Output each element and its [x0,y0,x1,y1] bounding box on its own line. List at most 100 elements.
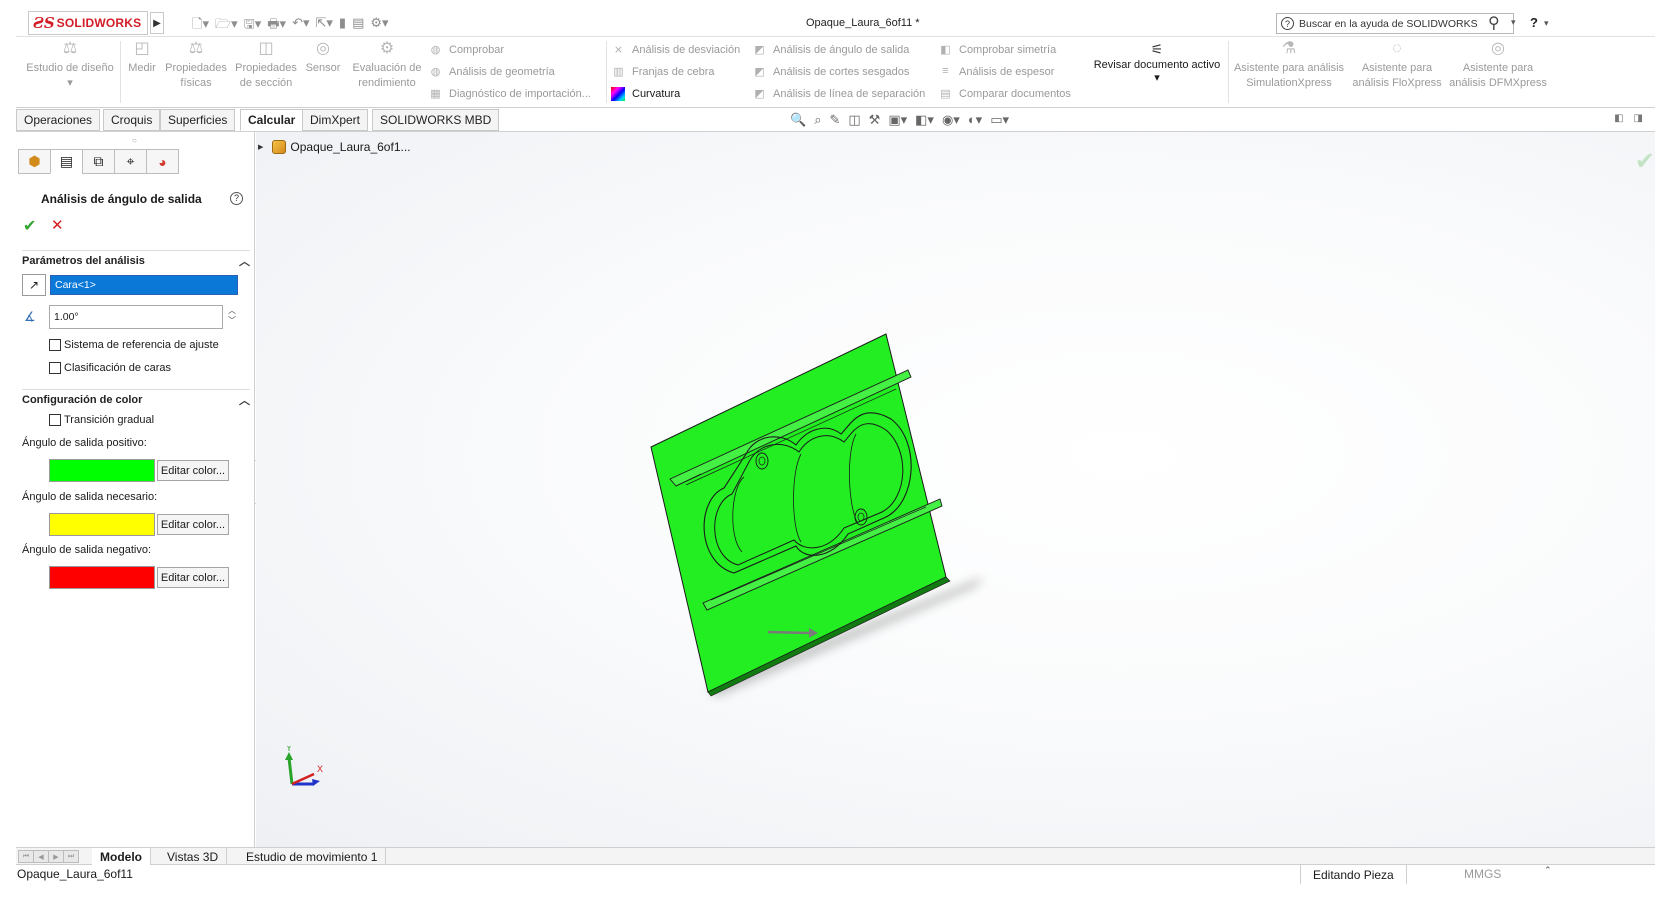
gradual-transition-checkbox[interactable]: Transición gradual [49,414,154,426]
last-tab-icon[interactable]: ⏭ [63,850,79,863]
tab-vistas-3d[interactable]: Vistas 3D [159,848,228,866]
search-icon[interactable]: ⚲ [1488,13,1500,33]
check-icon: ◍ [430,44,441,56]
edit-required-color-button[interactable]: Editar color... [157,514,229,535]
previous-view-icon[interactable]: ✎ [829,112,840,128]
status-units[interactable]: MMGS [1464,867,1501,881]
design-study-button[interactable]: ⚖ Estudio de diseño ▾ [24,41,116,91]
help-icon[interactable]: ? [230,192,243,205]
save-icon[interactable]: 🖫▾ [244,15,262,37]
graphics-area[interactable]: ▶ Opaque_Laura_6of1... ✔ Y X [256,132,1655,847]
draft-analysis-button[interactable]: ◩ Análisis de ángulo de salida [752,43,909,57]
edit-positive-color-button[interactable]: Editar color... [157,460,229,481]
negative-draft-swatch[interactable] [49,566,155,589]
help-dropdown-icon[interactable]: ▾ [1544,18,1549,29]
select-icon[interactable]: ⇱▾ [315,15,332,37]
adjust-reference-checkbox[interactable]: Sistema de referencia de ajuste [49,339,219,351]
collapse-chevron-icon[interactable]: ︿ [239,392,250,408]
angle-spinner[interactable]: ︿ ﹀ [226,306,238,326]
display-manager-tab-icon[interactable]: ◕ [146,149,179,174]
tab-modelo[interactable]: Modelo [92,848,151,866]
geometry-analysis-button[interactable]: ◍ Análisis de geometría [428,65,555,79]
dfmxpress-wizard-button[interactable]: ◎ Asistente para análisis DFMXpress [1446,41,1550,91]
check-symmetry-button[interactable]: ◧ Comprobar simetría [938,43,1056,57]
undo-icon[interactable]: ↶▾ [292,15,309,37]
tab-calcular[interactable]: Calcular [240,109,304,131]
zoom-area-icon[interactable]: ⌕ [814,112,821,128]
view-orientation-icon[interactable]: ▣▾ [888,112,907,128]
first-tab-icon[interactable]: ⏮ [18,850,34,863]
section-properties-icon: ◫ [258,40,274,57]
plate-face[interactable] [650,333,947,693]
measure-button[interactable]: ◰ Medir [124,41,160,76]
edit-negative-color-button[interactable]: Editar color... [157,567,229,588]
dynamic-annotation-icon[interactable]: ⚒ [869,112,881,128]
thickness-analysis-button[interactable]: ≡ Análisis de espesor [938,65,1054,79]
next-tab-icon[interactable]: ▶ [48,850,64,863]
restore-panel-icon[interactable]: ◧ [1614,113,1623,124]
help-button[interactable]: ? [1530,15,1538,30]
dimxpert-manager-tab-icon[interactable]: ⌖ [114,149,147,174]
checkbox-box[interactable] [49,339,61,351]
zoom-to-fit-icon[interactable]: 🔍 [790,112,806,128]
help-search-input[interactable]: ? Buscar en la ayuda de SOLIDWORKS [1276,13,1514,34]
curvature-button[interactable]: Curvatura [611,87,680,101]
pull-direction-arrow [767,630,810,635]
prev-tab-icon[interactable]: ◀ [33,850,49,863]
simulationxpress-wizard-button[interactable]: ⚗ Asistente para análisis SimulationXpre… [1230,41,1348,91]
compare-documents-button[interactable]: ▤ Comparar documentos [938,87,1071,101]
tab-superficies[interactable]: Superficies [160,109,236,131]
new-document-icon[interactable]: 🗋▾ [192,15,209,37]
draft-angle-input[interactable]: 1.00° [49,305,223,329]
zebra-stripes-button[interactable]: ▥ Franjas de cebra [611,65,714,79]
checkbox-box[interactable] [49,414,61,426]
color-settings-header[interactable]: Configuración de color ︿ [22,389,250,409]
options-gear-icon[interactable]: ⚙▾ [370,15,388,37]
edit-appearance-icon[interactable]: ◐▾ [968,112,982,128]
performance-evaluation-button[interactable]: ⚙ Evaluación de rendimiento [348,41,426,91]
open-document-icon[interactable]: 🗁▾ [215,15,238,37]
floxpress-wizard-button[interactable]: ◌ Asistente para análisis FloXpress [1350,41,1444,91]
review-active-document-button[interactable]: ⚟ Revisar documento activo ▾ [1088,41,1226,84]
section-properties-button[interactable]: ◫ Propiedades de sección [232,41,300,91]
configuration-manager-tab-icon[interactable]: ⧉ [82,149,115,174]
print-icon[interactable]: 🖶▾ [267,15,286,37]
search-dropdown-icon[interactable]: ▾ [1511,17,1516,28]
part-model[interactable] [256,132,1655,847]
deviation-analysis-button[interactable]: ⨯ Análisis de desviación [611,43,740,57]
view-settings-icon[interactable]: ▭▾ [990,112,1009,128]
tab-operaciones[interactable]: Operaciones [16,109,101,131]
ok-check-icon[interactable]: ✔ [23,216,36,236]
display-style-icon[interactable]: ◧▾ [915,112,934,128]
solidworks-logo[interactable]: ƧS SOLIDWORKS [28,11,148,35]
tab-motion-study[interactable]: Estudio de movimiento 1 [238,848,387,866]
tab-solidworks-mbd[interactable]: SOLIDWORKS MBD [372,109,500,131]
required-draft-swatch[interactable] [49,513,155,536]
undercut-analysis-button[interactable]: ◩ Análisis de cortes sesgados [752,65,909,79]
sensor-button[interactable]: ◎ Sensor [303,41,343,76]
analysis-parameters-header[interactable]: Parámetros del análisis ︿ [22,250,250,270]
parting-line-analysis-button[interactable]: ◩ Análisis de línea de separación [752,87,925,101]
panel-drag-handle-icon[interactable]: ○ [132,136,137,145]
import-diagnostics-button[interactable]: ▦ Diagnóstico de importación... [428,87,591,101]
mass-properties-button[interactable]: ⚖ Propiedades físicas [162,41,230,91]
units-dropdown-icon[interactable]: ⌃ [1544,865,1552,876]
cancel-x-icon[interactable]: ✕ [51,216,64,234]
expand-panel-icon[interactable]: ◨ [1634,113,1643,124]
hide-show-items-icon[interactable]: ◉▾ [942,112,960,128]
file-properties-icon[interactable]: ▤ [352,15,364,37]
menu-expand-arrow-icon[interactable]: ▶ [150,12,164,34]
section-view-icon[interactable]: ◫ [848,112,860,128]
positive-draft-swatch[interactable] [49,459,155,482]
tab-croquis[interactable]: Croquis [103,109,161,131]
direction-selection-field[interactable]: Cara<1> [50,275,238,295]
tab-dimxpert[interactable]: DimXpert [302,109,369,131]
collapse-chevron-icon[interactable]: ︿ [239,253,250,269]
property-manager-tab-icon[interactable]: ▤ [50,149,83,174]
check-button[interactable]: ◍ Comprobar [428,43,504,57]
feature-manager-tab-icon[interactable]: ⬢ [18,149,51,174]
pull-direction-icon[interactable]: ↗ [22,274,46,296]
checkbox-box[interactable] [49,362,61,374]
rebuild-icon[interactable]: ▮ [339,15,346,37]
face-classification-checkbox[interactable]: Clasificación de caras [49,362,171,374]
